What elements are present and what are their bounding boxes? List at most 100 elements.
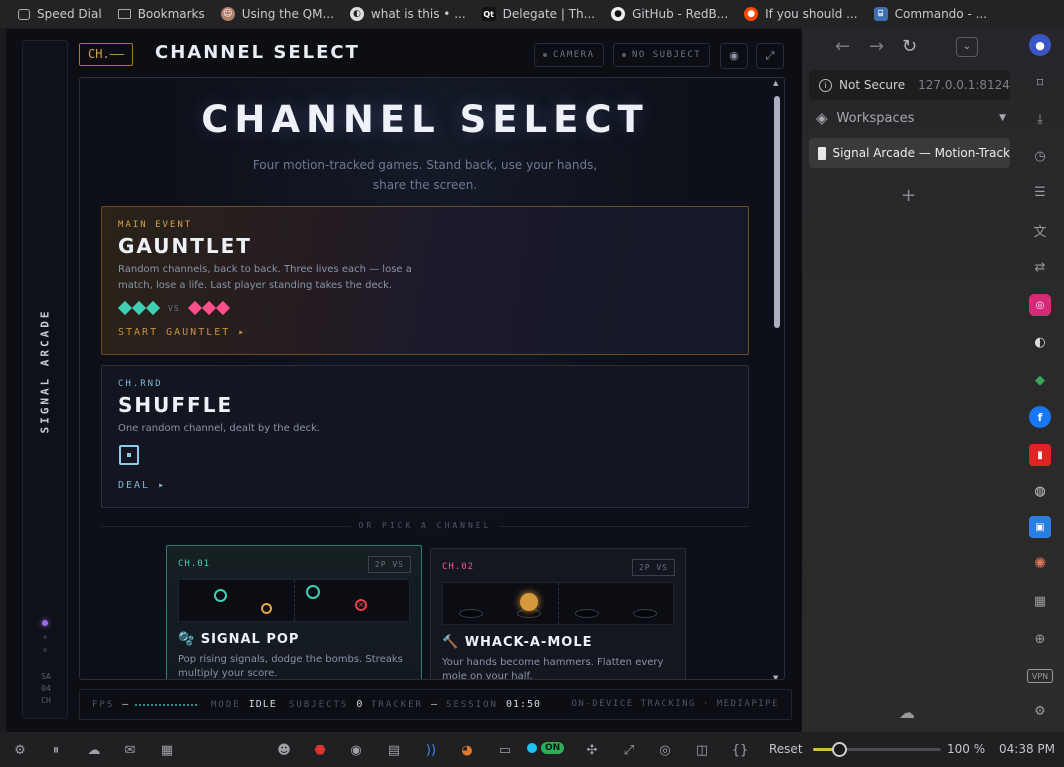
gauntlet-text: Random channels, back to back. Three liv… (118, 264, 412, 291)
rail-sub-1: SA (41, 672, 51, 681)
new-tab-button[interactable]: + (901, 185, 916, 206)
extension-toggle[interactable]: ON (527, 742, 565, 754)
status-dot-icon (527, 743, 537, 753)
avatar-icon: ☺ (220, 7, 235, 21)
sync-icon[interactable]: ⇄ (1029, 256, 1051, 278)
facebook-icon[interactable]: f (1029, 406, 1051, 428)
extension-icon[interactable]: ◆ (1029, 369, 1051, 391)
session-stat: SESSION 01:50 (446, 699, 541, 710)
camera-pill-label: CAMERA (553, 50, 595, 60)
ublock-icon[interactable]: ⬣ (310, 740, 330, 760)
bookmark-bookmarks[interactable]: Bookmarks (110, 0, 213, 28)
bookmark-label: Commando - ... (894, 7, 988, 21)
gauntlet-card[interactable]: MAIN EVENT GAUNTLET Random channels, bac… (101, 206, 749, 355)
subject-pill[interactable]: NO SUBJECT (613, 43, 711, 67)
bookmark-qm[interactable]: ☺ Using the QM... (213, 0, 342, 28)
reader-glasses-icon[interactable]: ◉ (346, 740, 366, 760)
game-card-signal-pop[interactable]: CH.01 2P VS × 🫧 SIGNAL POP Pop rising si… (166, 545, 422, 679)
calendar-icon[interactable]: ▦ (157, 740, 177, 760)
screenshot-icon[interactable]: ◎ (655, 740, 675, 760)
instagram-icon[interactable]: ◎ (1029, 294, 1051, 316)
claude-icon[interactable]: ✺ (1029, 552, 1051, 574)
bookmark-label: Using the QM... (241, 7, 334, 21)
browser-sidebar: ← → ↻ ⌄ i Not Secure 127.0.0.1:8124 ◈ Wo… (802, 28, 1064, 740)
mastodon-icon[interactable]: ● (1029, 34, 1051, 56)
session-label: SESSION (446, 700, 498, 710)
scrollbar[interactable]: ▲ ▼ (773, 79, 781, 679)
deal-button[interactable]: DEAL ▸ (118, 480, 166, 491)
bookmark-commando[interactable]: ⌸ Commando - ... (866, 0, 995, 28)
active-tab[interactable]: Signal Arcade — Motion-Track (809, 138, 1010, 168)
media-icon[interactable]: ▭ (495, 740, 515, 760)
security-label: Not Secure (839, 78, 906, 92)
page-actions-icon[interactable]: {} (730, 740, 750, 760)
zoom-slider-thumb[interactable] (831, 742, 847, 757)
vpn-icon[interactable]: VPN (1027, 669, 1053, 683)
rail-dot[interactable] (43, 635, 47, 639)
info-icon[interactable]: i (819, 78, 832, 92)
back-icon[interactable]: ← (835, 36, 850, 57)
workspaces-label: Workspaces (836, 110, 915, 126)
game-description: Your hands become hammers. Flatten every… (442, 657, 664, 680)
calendar-icon[interactable]: ▦ (1029, 590, 1051, 612)
fps-label: FPS (92, 700, 115, 710)
workspaces-selector[interactable]: ◈ Workspaces ▼ (816, 108, 1006, 128)
panel-toggle-icon[interactable]: ⏸ (46, 740, 66, 760)
globe-icon[interactable]: ◍ (1029, 480, 1051, 502)
reload-icon[interactable]: ↻ (902, 36, 917, 57)
reset-zoom-button[interactable]: Reset (769, 742, 803, 756)
download-icon[interactable]: ⤓ (1029, 108, 1051, 130)
subjects-value: 0 (356, 699, 364, 710)
profile-icon[interactable]: ◐ (1029, 331, 1051, 353)
history-icon[interactable]: ◷ (1029, 145, 1051, 167)
fox-icon[interactable]: ◕ (457, 740, 477, 760)
shuffle-card[interactable]: CH.RND SHUFFLE One random channel, dealt… (101, 365, 749, 508)
bookmark-what-is-this[interactable]: ◐ what is this • ... (342, 0, 474, 28)
settings-icon[interactable]: ⚙ (1029, 700, 1051, 722)
rail-dot[interactable] (43, 648, 47, 652)
gauntlet-eyebrow: MAIN EVENT (118, 220, 193, 230)
bookmark-delegate[interactable]: Qt Delegate | Th... (474, 0, 603, 28)
scrollbar-thumb[interactable] (774, 96, 780, 328)
scroll-down-icon[interactable]: ▼ (773, 674, 778, 679)
camera-pill[interactable]: CAMERA (534, 43, 604, 67)
record-button[interactable]: ◉ (720, 43, 748, 69)
puzzle-icon[interactable]: ✣ (582, 740, 602, 760)
capture-icon[interactable]: ⤢ (619, 740, 639, 760)
bookmark-label: GitHub - RedB... (632, 7, 729, 21)
fullscreen-button[interactable]: ⤢ (756, 43, 784, 69)
scroll-up-icon[interactable]: ▲ (773, 79, 778, 87)
notes-icon[interactable]: ☰ (1029, 181, 1051, 203)
hero-title: CHANNEL SELECT (201, 98, 649, 141)
forward-icon[interactable]: → (869, 36, 884, 57)
bookmark-reddit[interactable]: ● If you should ... (736, 0, 865, 28)
add-panel-icon[interactable]: ⊕ (1029, 628, 1051, 650)
game-card-whack-a-mole[interactable]: CH.02 2P VS 🔨 WHACK-A-MOLE Your hands be… (430, 548, 686, 680)
gauntlet-title: GAUNTLET (118, 234, 252, 258)
settings-icon[interactable]: ⚙ (10, 740, 30, 760)
rail-dot-active[interactable] (42, 620, 48, 626)
site-icon: ◐ (349, 7, 364, 21)
bookmark-icon[interactable]: ⌑ (1029, 72, 1051, 94)
bookmark-speed-dial[interactable]: Speed Dial (10, 0, 110, 28)
rail-brand: SIGNAL ARCADE (38, 308, 52, 434)
cloud-icon[interactable]: ☁ (84, 740, 104, 760)
bookmark-github[interactable]: ● GitHub - RedB... (603, 0, 736, 28)
dropdown-icon[interactable]: ⌄ (956, 37, 978, 57)
agent-icon[interactable]: ☻ (274, 740, 294, 760)
app-icon[interactable]: ▮ (1029, 444, 1051, 466)
url-text[interactable]: 127.0.0.1:8124 (918, 78, 1010, 92)
tile-icon[interactable]: ◫ (692, 740, 712, 760)
start-gauntlet-button[interactable]: START GAUNTLET ▸ (118, 327, 246, 338)
subjects-stat: SUBJECTS 0 (289, 699, 363, 710)
hero-subtitle: Four motion-tracked games. Stand back, u… (252, 158, 598, 192)
channel-scroll-area[interactable]: CHANNEL SELECT Four motion-tracked games… (79, 77, 785, 680)
address-bar[interactable]: i Not Secure 127.0.0.1:8124 (809, 70, 1010, 100)
mode-badge: 2P VS (367, 556, 411, 573)
wireless-icon[interactable]: )) (421, 740, 441, 760)
cloud-sync-icon[interactable]: ☁ (899, 703, 915, 722)
document-icon[interactable]: ▤ (384, 740, 404, 760)
translate-icon[interactable]: 文 (1029, 219, 1051, 241)
mail-icon[interactable]: ✉ (120, 740, 140, 760)
calendar-app-icon[interactable]: ▣ (1029, 516, 1051, 538)
